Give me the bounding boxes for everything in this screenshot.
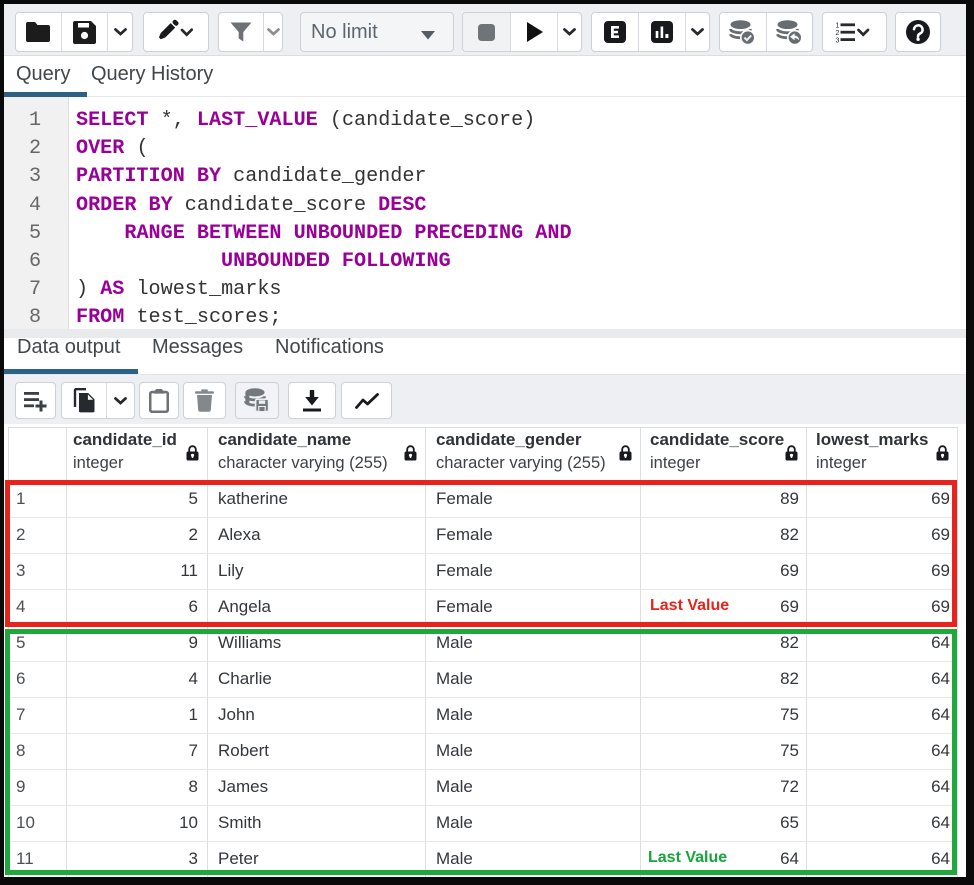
svg-text:3: 3	[835, 38, 839, 45]
svg-text:1: 1	[835, 23, 839, 30]
svg-text:2: 2	[835, 30, 839, 37]
